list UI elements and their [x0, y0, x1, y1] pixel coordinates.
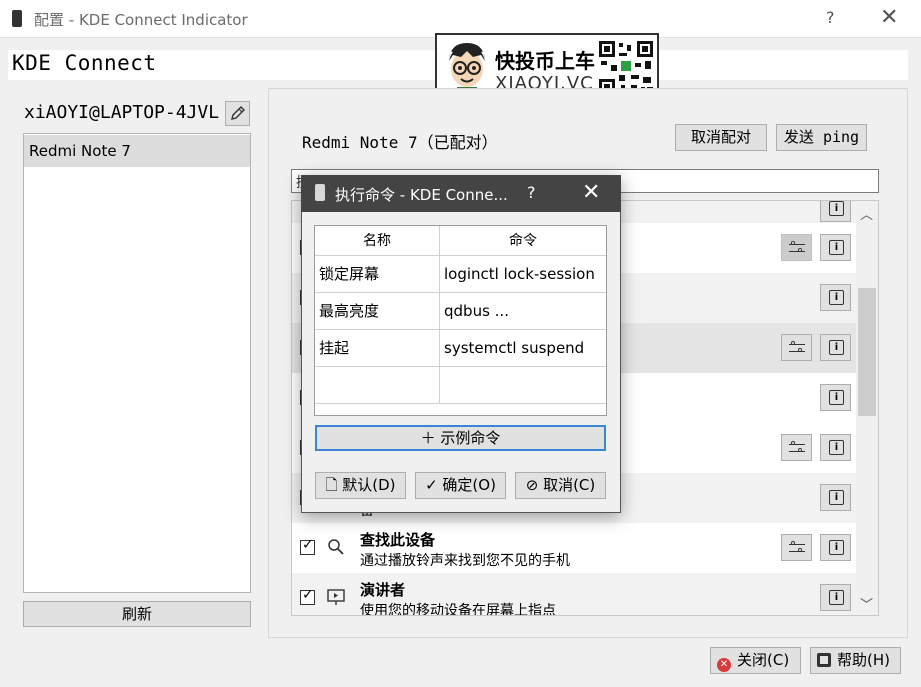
help-button[interactable]: 帮助(H) [810, 647, 901, 674]
info-icon: i [829, 340, 844, 355]
close-button[interactable]: ✕ 关闭(C) [710, 647, 801, 674]
plugin-info-button[interactable]: i [820, 384, 851, 411]
info-icon: i [829, 540, 844, 555]
chevron-down-icon[interactable]: ﹀ [860, 594, 873, 613]
lifebuoy-icon [817, 653, 831, 667]
plugin-info-button[interactable]: i [820, 534, 851, 561]
unpair-button[interactable]: 取消配对 [675, 124, 767, 151]
default-button[interactable]: 🗋 默认(D) [315, 472, 406, 499]
dialog-titlebar: 执行命令 - KDE Conne... ? ✕ [301, 175, 621, 212]
plugin-config-button[interactable] [781, 234, 812, 261]
device-list-item[interactable]: Redmi Note 7 [24, 135, 250, 167]
sliders-icon [789, 241, 805, 255]
info-icon: i [829, 240, 844, 255]
presentation-icon [327, 589, 345, 605]
chevron-up-icon[interactable]: ︿ [860, 204, 873, 223]
refresh-button[interactable]: 刷新 [23, 601, 251, 627]
close-icon[interactable]: ✕ [582, 180, 600, 205]
default-button-label: 默认(D) [342, 476, 396, 494]
local-device-name: xiAOYI@LAPTOP-4JVL [24, 102, 219, 123]
plugin-checkbox[interactable] [300, 537, 315, 555]
close-button-label: 关闭(C) [737, 651, 790, 669]
close-circle-icon: ✕ [717, 658, 731, 672]
help-icon[interactable]: ? [826, 8, 835, 27]
ok-button-label: 确定(O) [442, 476, 496, 494]
column-header-name[interactable]: 名称 [315, 226, 439, 256]
plugin-name: 查找此设备 [360, 531, 436, 549]
phone-icon [315, 184, 325, 201]
plugin-info-button[interactable]: i [820, 234, 851, 261]
window-title: 配置 - KDE Connect Indicator [34, 11, 248, 29]
plugin-info-button[interactable]: i [820, 284, 851, 311]
dialog-title: 执行命令 - KDE Conne... [335, 186, 508, 204]
plugin-name: 演讲者 [360, 581, 406, 599]
plugin-description: 使用您的移动设备在屏幕上指点 [360, 603, 556, 616]
add-sample-command-button[interactable]: ＋ 示例命令 [315, 425, 606, 451]
table-cell-command[interactable]: systemctl suspend [440, 330, 606, 367]
help-button-label: 帮助(H) [837, 651, 890, 669]
table-cell-name[interactable]: 挂起 [315, 330, 439, 367]
scrollbar-thumb[interactable] [858, 288, 876, 416]
plugin-checkbox[interactable] [300, 587, 315, 605]
close-icon[interactable]: ✕ [880, 5, 898, 30]
plugin-info-button[interactable]: i [820, 484, 851, 511]
table-cell-command[interactable]: loginctl lock-session [440, 256, 606, 293]
command-table[interactable]: 名称 命令 锁定屏幕 loginctl lock-session 最高亮度 qd… [314, 225, 607, 416]
plugin-config-button[interactable] [781, 534, 812, 561]
table-cell-command[interactable]: qdbus ... [440, 293, 606, 330]
plus-icon: ＋ [420, 429, 441, 447]
plugin-description: 通过播放铃声来找到您不见的手机 [360, 553, 570, 569]
help-icon[interactable]: ? [527, 183, 536, 202]
send-ping-button[interactable]: 发送 ping [776, 124, 867, 151]
cancel-button-label: 取消(C) [543, 476, 596, 494]
plugin-config-button[interactable] [781, 334, 812, 361]
plugin-info-button[interactable]: i [820, 434, 851, 461]
table-cell-name[interactable]: 最高亮度 [315, 293, 439, 330]
info-icon: i [829, 440, 844, 455]
sliders-icon [789, 341, 805, 355]
sliders-icon [789, 441, 805, 455]
pencil-icon [231, 106, 245, 120]
cartoon-face-icon [449, 43, 485, 95]
sliders-icon [789, 541, 805, 555]
magnifier-icon [328, 539, 344, 555]
cancel-icon: ⊘ [525, 476, 544, 494]
plugin-config-button[interactable] [781, 434, 812, 461]
document-reset-icon: 🗋 [325, 476, 343, 494]
phone-icon [12, 10, 22, 27]
info-icon: i [829, 590, 844, 605]
column-header-command[interactable]: 命令 [440, 226, 606, 256]
watermark-slogan: 快投币上车 [495, 49, 595, 73]
list-item-presenter[interactable]: 演讲者 使用您的移动设备在屏幕上指点 i [292, 573, 857, 616]
cancel-button[interactable]: ⊘ 取消(C) [515, 472, 606, 499]
info-icon: i [829, 201, 844, 216]
table-cell-empty[interactable] [315, 367, 439, 404]
info-icon: i [829, 290, 844, 305]
checkmark-icon: ✓ [425, 476, 443, 494]
list-item-find-device[interactable]: 查找此设备 通过播放铃声来找到您不见的手机 i [292, 523, 857, 573]
paired-device-title: Redmi Note 7（已配对） [302, 133, 498, 152]
device-list[interactable] [23, 133, 251, 593]
table-cell-name[interactable]: 锁定屏幕 [315, 256, 439, 293]
plugin-info-button[interactable]: i [820, 201, 851, 222]
plugin-info-button[interactable]: i [820, 334, 851, 361]
table-cell-empty[interactable] [440, 367, 606, 404]
add-sample-command-label: 示例命令 [440, 429, 501, 447]
header-title: KDE Connect [12, 51, 412, 75]
info-icon: i [829, 390, 844, 405]
ok-button[interactable]: ✓ 确定(O) [415, 472, 506, 499]
rename-button[interactable] [225, 101, 250, 126]
plugin-info-button[interactable]: i [820, 584, 851, 611]
info-icon: i [829, 490, 844, 505]
